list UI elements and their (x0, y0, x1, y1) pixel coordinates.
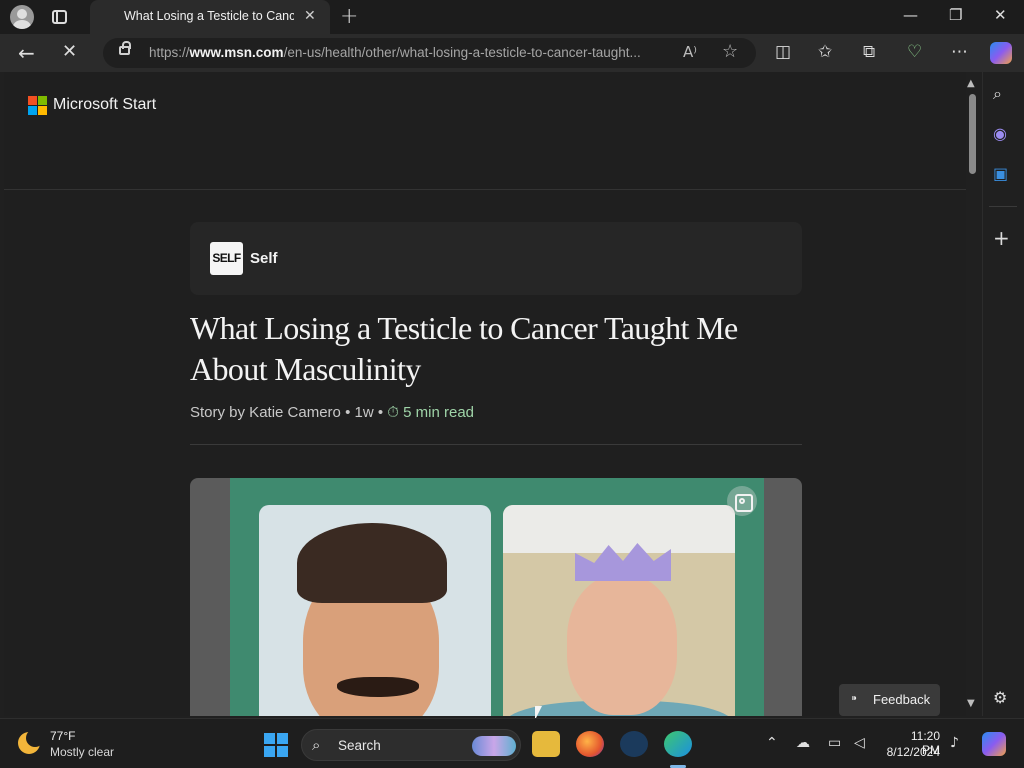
notification-bell-icon[interactable]: ♪ (950, 735, 959, 751)
article-byline: Story by Katie Camero • 1w • ⏱ 5 min rea… (190, 404, 474, 421)
profile-avatar-icon[interactable] (10, 5, 34, 29)
url-text[interactable]: https://www.msn.com/en-us/health/other/w… (149, 45, 669, 60)
copilot-taskbar-icon[interactable] (982, 732, 1006, 756)
source-logo: SELF (210, 242, 243, 275)
weather-moon-icon[interactable] (18, 729, 44, 754)
firefox-icon[interactable] (576, 731, 604, 757)
weather-desc[interactable]: Mostly clear (50, 745, 114, 759)
search-icon[interactable]: ⌕ (993, 84, 1002, 104)
hero-photo-right (503, 505, 735, 716)
tab-close-icon[interactable]: ✕ (304, 8, 316, 24)
read-time: 5 min read (403, 404, 475, 421)
more-icon[interactable]: ⋯ (951, 42, 968, 62)
scroll-down-icon[interactable]: ▼ (967, 698, 975, 709)
byline-divider (190, 444, 802, 445)
steam-icon[interactable] (620, 731, 648, 757)
photo-mustache (337, 677, 419, 697)
scroll-thumb[interactable] (969, 94, 976, 174)
page-scrollbar[interactable]: ▲ ▼ (966, 72, 980, 716)
site-brand[interactable]: Microsoft Start (53, 96, 156, 114)
web-page: Microsoft Start SELF Self What Losing a … (4, 72, 966, 716)
volume-muted-icon[interactable]: ◁ (854, 735, 865, 751)
visual-search-icon[interactable] (727, 486, 757, 516)
feedback-icon: ⁍ (851, 692, 858, 707)
hero-photo-left (259, 505, 491, 716)
favorite-star-icon[interactable]: ☆ (722, 41, 738, 62)
source-name[interactable]: Self (250, 250, 278, 267)
tab-actions-icon[interactable] (52, 10, 67, 24)
chevron-up-icon[interactable]: ⌃ (766, 735, 778, 751)
edge-sidebar: ⌕ ◉ ▣ + ⚙ (982, 72, 1024, 716)
tab-strip: What Losing a Testicle to Cancer Taught … (0, 0, 1024, 34)
taskbar-search[interactable]: ⌕ Search (301, 729, 521, 761)
back-icon[interactable]: ← (18, 41, 35, 65)
byline-separator: • (377, 404, 388, 421)
photo-hair (297, 523, 447, 603)
search-label: Search (338, 738, 381, 753)
split-screen-icon[interactable]: ◫ (775, 42, 791, 62)
taskbar: 77°F Mostly clear ⌕ Search ⌃ ☁ ▭ ◁ 11:20… (0, 718, 1024, 768)
url-domain: www.msn.com (189, 45, 284, 60)
read-aloud-icon[interactable]: A⁾ (683, 43, 697, 61)
article-headline: What Losing a Testicle to Cancer Taught … (190, 310, 738, 387)
edge-icon[interactable] (664, 731, 692, 757)
search-icon: ⌕ (312, 736, 321, 754)
url-path: /en-us/health/other/what-losing-a-testic… (283, 45, 641, 60)
navigation-bar: ← ✕ https://www.msn.com/en-us/health/oth… (0, 34, 1024, 72)
windows-start-icon[interactable] (264, 733, 288, 757)
feedback-label: Feedback (873, 692, 931, 707)
settings-gear-icon[interactable]: ⚙ (993, 688, 1007, 707)
file-explorer-icon[interactable] (532, 731, 560, 757)
network-icon[interactable]: ▭ (828, 735, 841, 751)
address-bar[interactable]: https://www.msn.com/en-us/health/other/w… (103, 38, 756, 68)
photo-ceiling (503, 505, 735, 553)
search-highlight-icon (472, 736, 516, 756)
stopwatch-icon: ⏱ (387, 404, 399, 421)
active-tab[interactable]: What Losing a Testicle to Cancer Taught … (90, 0, 330, 34)
copilot-icon[interactable] (990, 42, 1012, 64)
byline-author[interactable]: Story by Katie Camero (190, 404, 341, 421)
byline-separator: • (345, 404, 355, 421)
lock-icon[interactable] (119, 41, 131, 55)
copilot-sidebar-icon[interactable]: ◉ (993, 124, 1007, 143)
url-prefix: https:// (149, 45, 190, 60)
collections-icon[interactable]: ⧉ (863, 42, 875, 62)
minimize-icon[interactable]: — (903, 6, 918, 24)
byline-age: 1w (354, 404, 374, 421)
stop-loading-icon[interactable]: ✕ (62, 41, 77, 62)
hero-image[interactable] (190, 478, 802, 716)
feedback-button[interactable]: ⁍ Feedback (839, 684, 940, 716)
microsoft-logo-icon[interactable] (28, 96, 48, 116)
restore-icon[interactable]: ❐ (949, 6, 962, 24)
browser-essentials-icon[interactable]: ♡ (907, 42, 922, 62)
clock-date[interactable]: 8/12/2024 (880, 745, 940, 759)
favorites-icon[interactable]: ✩ (818, 42, 832, 62)
onedrive-icon[interactable]: ☁ (796, 735, 810, 751)
sidebar-divider (989, 206, 1017, 207)
outlook-icon[interactable]: ▣ (993, 164, 1008, 183)
photo-face (567, 575, 677, 715)
header-divider (4, 189, 966, 190)
source-card[interactable]: SELF Self (190, 222, 802, 295)
close-window-icon[interactable]: ✕ (994, 6, 1007, 24)
scroll-up-icon[interactable]: ▲ (967, 78, 975, 89)
weather-temp[interactable]: 77°F (50, 729, 75, 743)
new-tab-icon[interactable]: + (340, 4, 358, 29)
add-icon[interactable]: + (993, 226, 1010, 250)
tab-title: What Losing a Testicle to Cancer Taught … (124, 9, 294, 23)
